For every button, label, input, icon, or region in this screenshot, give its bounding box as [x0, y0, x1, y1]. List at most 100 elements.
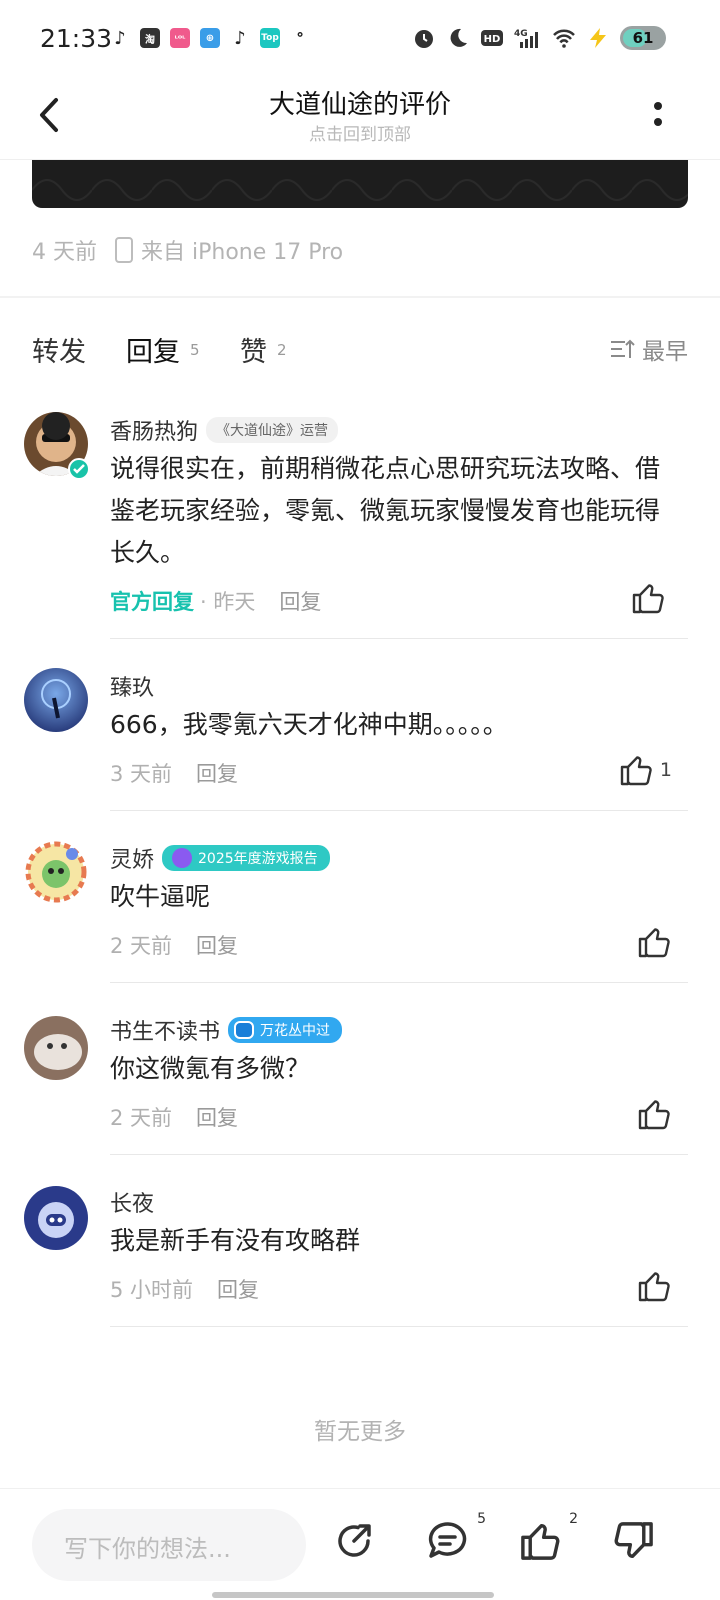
like-button[interactable] [636, 1096, 672, 1132]
like-button[interactable] [630, 580, 672, 616]
status-time: 21:33 [40, 24, 113, 53]
like-count: 2 [277, 341, 287, 359]
comment-button[interactable]: 5 [426, 1511, 486, 1563]
reply-button[interactable]: 回复 [196, 930, 238, 960]
operator-badge: 《大道仙途》运营 [206, 417, 339, 443]
post-like-count: 2 [569, 1511, 578, 1527]
dislike-button[interactable] [612, 1519, 656, 1563]
lolita-icon: ᴸᴼᴸ [170, 28, 190, 48]
thumbs-down-icon [614, 1522, 653, 1558]
comment-username[interactable]: 灵娇 [110, 842, 154, 874]
divider [110, 982, 688, 983]
svg-text:HD: HD [484, 34, 501, 45]
moon-icon [450, 28, 467, 47]
comment-time: 3 天前 [110, 762, 173, 786]
bottom-action-bar: 写下你的想法... 5 2 [0, 1488, 720, 1600]
alarm-icon [415, 30, 433, 48]
status-app-icons: ♪ 淘 ᴸᴼᴸ ⊕ ♪ Top ᐤ [110, 27, 310, 49]
header: 大道仙途的评价 点击回到顶部 [0, 80, 720, 160]
status-bar: 21:33 ♪ 淘 ᴸᴼᴸ ⊕ ♪ Top ᐤ HD 4G 61 [0, 0, 720, 80]
comment-text[interactable]: 说得很实在，前期稍微花点心思研究玩法攻略、借鉴老玩家经验，零氪、微氪玩家慢慢发育… [110, 448, 670, 574]
tiktok-icon: ♪ [114, 27, 126, 49]
comment-username[interactable]: 臻玖 [110, 670, 154, 702]
comment-text[interactable]: 我是新手有没有攻略群 [110, 1220, 670, 1262]
section-divider [0, 296, 720, 298]
charging-icon [590, 28, 606, 48]
comment-meta: 2 天前 回复 [110, 930, 238, 960]
post-device: 来自 iPhone 17 Pro [141, 240, 344, 265]
taobao-icon: 淘 [140, 28, 160, 48]
thumbs-up-icon [632, 584, 664, 614]
status-right-icons: HD 4G 61 [412, 26, 666, 50]
sort-button[interactable]: 最早 [610, 332, 688, 366]
4g-signal-icon: 4G [514, 29, 538, 48]
tab-forward[interactable]: 转发 [32, 330, 86, 369]
page-title[interactable]: 大道仙途的评价 [0, 84, 720, 121]
avatar[interactable] [24, 1186, 88, 1250]
comment-time: 2 天前 [110, 934, 173, 958]
divider [110, 1326, 688, 1327]
hd-icon: HD [481, 30, 503, 46]
divider [110, 810, 688, 811]
game-report-badge[interactable]: 2025年度游戏报告 [162, 845, 330, 871]
thumbs-up-icon [521, 1524, 560, 1560]
comment-time: 5 小时前 [110, 1278, 194, 1302]
tiktok-icon-2: ♪ [234, 27, 246, 49]
share-icon [338, 1524, 371, 1557]
thumbs-up-icon [620, 756, 652, 786]
comment-text[interactable]: 666，我零氪六天才化神中期。。。。。 [110, 704, 670, 746]
phone-icon [115, 237, 133, 263]
comment-text[interactable]: 你这微氪有多微？ [110, 1048, 670, 1090]
tab-reply[interactable]: 回复 5 [126, 330, 200, 369]
avatar[interactable] [24, 668, 88, 732]
comment-meta: 官方回复 · 昨天 回复 [110, 586, 321, 616]
like-button[interactable] [636, 1268, 672, 1304]
comment-text[interactable]: 吹牛逼呢 [110, 876, 670, 918]
comment-meta: 2 天前 回复 [110, 1102, 238, 1132]
comment-meta: 5 小时前 回复 [110, 1274, 259, 1304]
wifi-icon [553, 29, 575, 48]
comment-username-row: 灵娇 2025年度游戏报告 [110, 842, 330, 874]
page-subtitle[interactable]: 点击回到顶部 [0, 120, 720, 145]
reply-button[interactable]: 回复 [217, 1274, 259, 1304]
post-meta: 4 天前 来自 iPhone 17 Pro [32, 234, 343, 266]
no-more-text: 暂无更多 [314, 1419, 406, 1445]
comment-username-row: 书生不读书 万花丛中过 [110, 1014, 343, 1046]
telecom-icon: ᐤ [296, 27, 304, 49]
browser-icon: ⊕ [200, 28, 220, 48]
comment-username[interactable]: 书生不读书 [110, 1014, 220, 1046]
more-options-icon[interactable] [652, 100, 664, 130]
tab-like[interactable]: 赞2 [240, 330, 287, 369]
post-image[interactable] [32, 160, 688, 208]
gamepad-icon [234, 1021, 255, 1039]
comment-input[interactable]: 写下你的想法... [32, 1509, 306, 1581]
comment-username-row: 香肠热狗 《大道仙途》运营 [110, 414, 339, 446]
comment-username[interactable]: 长夜 [110, 1186, 154, 1218]
top-icon: Top [260, 28, 280, 48]
verified-icon [68, 458, 90, 480]
home-indicator[interactable] [212, 1592, 494, 1598]
like-post-button[interactable]: 2 [518, 1511, 578, 1563]
svg-text:4G: 4G [514, 29, 528, 39]
avatar[interactable] [24, 840, 88, 904]
sort-icon [611, 339, 635, 358]
reply-button[interactable]: 回复 [279, 586, 321, 616]
comment-time: 2 天前 [110, 1106, 173, 1130]
like-button[interactable] [636, 924, 672, 960]
thumbs-up-icon [638, 1100, 670, 1130]
achievement-badge[interactable]: 万花丛中过 [228, 1017, 343, 1043]
thumbs-up-icon [638, 928, 670, 958]
comment-username[interactable]: 香肠热狗 [110, 414, 198, 446]
divider [110, 638, 688, 639]
avatar[interactable] [24, 1016, 88, 1080]
badge-icon [172, 848, 193, 868]
reply-button[interactable]: 回复 [196, 758, 238, 788]
like-button[interactable]: 1 [618, 752, 672, 788]
comment-username-row: 臻玖 [110, 670, 154, 702]
comment-username-row: 长夜 [110, 1186, 154, 1218]
share-button[interactable] [332, 1519, 376, 1563]
reply-count: 5 [190, 341, 200, 359]
post-time: 4 天前 [32, 240, 97, 265]
battery-indicator: 61 [620, 26, 666, 50]
reply-button[interactable]: 回复 [196, 1102, 238, 1132]
